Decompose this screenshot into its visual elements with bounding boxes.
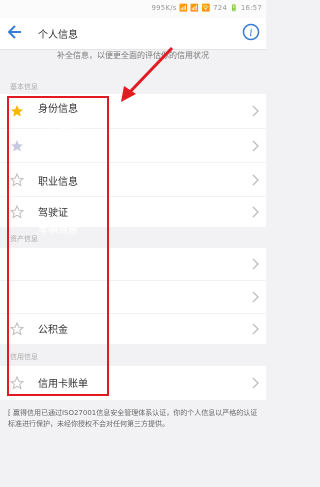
app-header: 个人信息 i	[0, 18, 266, 50]
highlight-box	[7, 96, 109, 396]
status-bar: 995K/s 📶 📶 🛜 724 🔋 16:57	[0, 0, 266, 18]
chevron-right-icon	[252, 323, 259, 335]
chevron-right-icon	[252, 174, 259, 186]
chevron-right-icon	[252, 377, 259, 389]
section-basic-title: 基本信息	[10, 83, 38, 91]
svg-text:i: i	[249, 28, 252, 39]
back-button[interactable]	[6, 21, 26, 43]
page-subtitle: 补全信息，以便更全面的评估你的信用状况	[57, 51, 209, 60]
security-notice: [ 赢得信用已通过ISO27001信息安全管理体系认证，你的个人信息以严格的认证…	[8, 409, 258, 428]
chevron-right-icon	[252, 291, 259, 303]
status-bar-text: 995K/s 📶 📶 🛜 724 🔋 16:57	[151, 4, 262, 12]
chevron-right-icon	[252, 258, 259, 270]
back-arrow-icon	[7, 25, 21, 39]
info-button[interactable]: i	[242, 23, 260, 41]
chevron-right-icon	[252, 105, 259, 117]
info-icon: i	[242, 23, 260, 41]
page-title: 个人信息	[38, 30, 78, 41]
chevron-right-icon	[252, 206, 259, 218]
chevron-right-icon	[252, 140, 259, 152]
